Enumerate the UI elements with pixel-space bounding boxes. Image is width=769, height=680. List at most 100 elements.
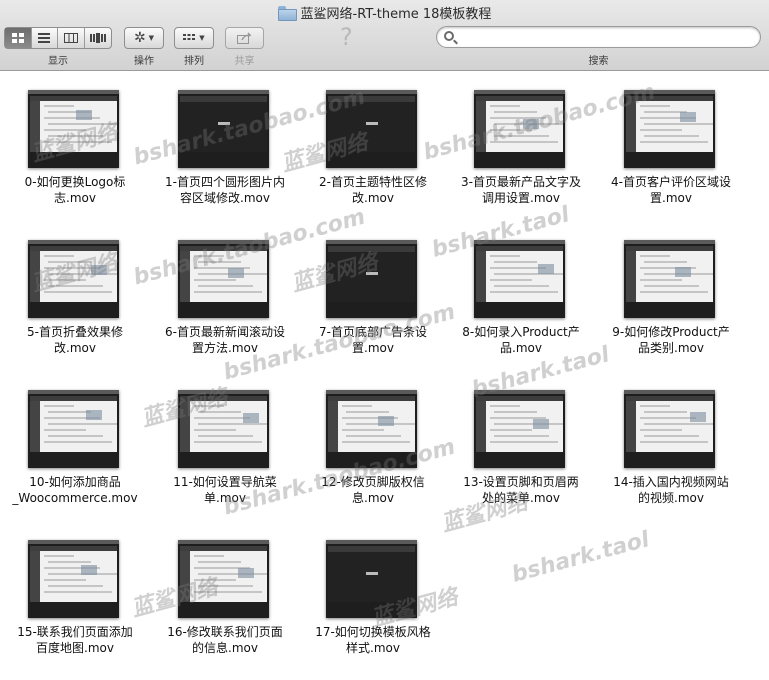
file-name-line-2: 改.mov xyxy=(352,191,394,205)
file-item[interactable]: 3-首页最新产品文字及 调用设置.mov xyxy=(446,72,596,222)
file-name-line-2: 样式.mov xyxy=(346,641,400,655)
file-name: 5-首页折叠效果修 改.mov xyxy=(0,324,150,356)
video-thumbnail xyxy=(326,390,417,468)
file-name-line-1: 15-联系我们页面添加 xyxy=(17,625,133,639)
help-icon[interactable]: ? xyxy=(340,23,353,51)
file-name-line-1: 2-首页主题特性区修 xyxy=(319,175,427,189)
action-menu-button[interactable]: ✲ ▼ xyxy=(124,27,164,49)
file-name-line-1: 14-插入国内视频网站 xyxy=(613,475,729,489)
video-thumbnail xyxy=(178,390,269,468)
file-item[interactable]: 12-修改页脚版权信 息.mov xyxy=(298,372,448,522)
file-name-line-2: 改.mov xyxy=(54,341,96,355)
share-icon xyxy=(236,32,252,44)
file-item[interactable]: 11-如何设置导航菜 单.mov xyxy=(150,372,300,522)
column-view-button[interactable] xyxy=(58,28,85,48)
file-name: 8-如何录入Product产 品.mov xyxy=(446,324,596,356)
file-name-line-1: 9-如何修改Product产 xyxy=(612,325,730,339)
arrange-menu-button[interactable]: ▼ xyxy=(174,27,214,49)
file-name-line-2: 置.mov xyxy=(352,341,394,355)
view-mode-segmented xyxy=(4,27,112,49)
file-name: 9-如何修改Product产 品类别.mov xyxy=(596,324,746,356)
file-name-line-2: 置.mov xyxy=(650,191,692,205)
file-item[interactable]: 4-首页客户评价区域设 置.mov xyxy=(596,72,746,222)
file-item[interactable]: 8-如何录入Product产 品.mov xyxy=(446,222,596,372)
icon-view-button[interactable] xyxy=(5,28,32,48)
file-name: 16-修改联系我们页面 的信息.mov xyxy=(150,624,300,656)
file-name: 11-如何设置导航菜 单.mov xyxy=(150,474,300,506)
video-thumbnail xyxy=(474,390,565,468)
video-thumbnail xyxy=(474,90,565,168)
chevron-down-icon: ▼ xyxy=(148,34,155,42)
video-thumbnail xyxy=(28,390,119,468)
file-name-line-2: 处的菜单.mov xyxy=(482,491,560,505)
file-item[interactable]: 2-首页主题特性区修 改.mov xyxy=(298,72,448,222)
file-item[interactable]: 13-设置页脚和页眉两 处的菜单.mov xyxy=(446,372,596,522)
view-label: 显示 xyxy=(48,56,68,67)
file-name: 10-如何添加商品 _Woocommerce.mov xyxy=(0,474,150,506)
video-thumbnail xyxy=(624,240,715,318)
file-item[interactable]: 14-插入国内视频网站 的视频.mov xyxy=(596,372,746,522)
file-item[interactable]: 9-如何修改Product产 品类别.mov xyxy=(596,222,746,372)
file-name-line-1: 16-修改联系我们页面 xyxy=(167,625,283,639)
share-label: 共享 xyxy=(234,56,255,67)
file-item[interactable]: 10-如何添加商品 _Woocommerce.mov xyxy=(0,372,150,522)
toolbar: 蓝鲨网络-RT-theme 18模板教程 显示 ✲ ▼ 操作 ▼ 排列 共享 ?… xyxy=(0,0,769,71)
search-input[interactable] xyxy=(459,29,749,45)
file-name-line-1: 7-首页底部广告条设 xyxy=(319,325,427,339)
file-name: 1-首页四个圆形图片内 容区域修改.mov xyxy=(150,174,300,206)
finder-window: { "window": { "title": "蓝鲨网络-RT-theme 18… xyxy=(0,0,769,680)
video-thumbnail xyxy=(326,90,417,168)
file-name-line-1: 3-首页最新产品文字及 xyxy=(461,175,581,189)
file-name: 13-设置页脚和页眉两 处的菜单.mov xyxy=(446,474,596,506)
arrange-label: 排列 xyxy=(184,56,204,67)
file-name-line-1: 1-首页四个圆形图片内 xyxy=(165,175,285,189)
video-thumbnail xyxy=(624,90,715,168)
video-thumbnail xyxy=(178,90,269,168)
file-name-line-2: 的视频.mov xyxy=(638,491,704,505)
share-button[interactable] xyxy=(225,27,264,49)
file-item[interactable]: 5-首页折叠效果修 改.mov xyxy=(0,222,150,372)
gear-icon: ✲ xyxy=(133,30,146,46)
columns-icon xyxy=(63,33,78,43)
file-name-line-1: 10-如何添加商品 xyxy=(29,475,121,489)
coverflow-icon xyxy=(89,33,106,43)
file-name-line-2: 息.mov xyxy=(352,491,394,505)
file-name-line-2: _Woocommerce.mov xyxy=(12,491,138,505)
file-name: 17-如何切换模板风格 样式.mov xyxy=(298,624,448,656)
video-thumbnail xyxy=(178,540,269,618)
window-title: 蓝鲨网络-RT-theme 18模板教程 xyxy=(300,6,492,22)
file-name-line-2: 品.mov xyxy=(500,341,542,355)
action-button-inner: ✲ ▼ xyxy=(125,28,163,48)
watermark: bshark.taol xyxy=(509,527,653,588)
file-name-line-1: 17-如何切换模板风格 xyxy=(315,625,431,639)
file-name: 3-首页最新产品文字及 调用设置.mov xyxy=(446,174,596,206)
search-field[interactable] xyxy=(436,26,761,48)
file-name-line-2: 百度地图.mov xyxy=(36,641,114,655)
file-name-line-2: 的信息.mov xyxy=(192,641,258,655)
file-name: 2-首页主题特性区修 改.mov xyxy=(298,174,448,206)
file-name-line-1: 5-首页折叠效果修 xyxy=(27,325,123,339)
file-name-line-2: 置方法.mov xyxy=(192,341,258,355)
file-name-line-1: 0-如何更换Logo标 xyxy=(24,175,126,189)
list-view-button[interactable] xyxy=(32,28,58,48)
file-item[interactable]: 7-首页底部广告条设 置.mov xyxy=(298,222,448,372)
file-item[interactable]: 16-修改联系我们页面 的信息.mov xyxy=(150,522,300,672)
file-item[interactable]: 15-联系我们页面添加 百度地图.mov xyxy=(0,522,150,672)
coverflow-view-button[interactable] xyxy=(85,28,111,48)
file-item[interactable]: 6-首页最新新闻滚动设 置方法.mov xyxy=(150,222,300,372)
file-name: 15-联系我们页面添加 百度地图.mov xyxy=(0,624,150,656)
folder-icon xyxy=(277,5,297,21)
file-name: 0-如何更换Logo标 志.mov xyxy=(0,174,150,206)
video-thumbnail xyxy=(28,540,119,618)
file-item[interactable]: 17-如何切换模板风格 样式.mov xyxy=(298,522,448,672)
file-name-line-2: 志.mov xyxy=(54,191,96,205)
file-item[interactable]: 1-首页四个圆形图片内 容区域修改.mov xyxy=(150,72,300,222)
file-name-line-1: 13-设置页脚和页眉两 xyxy=(463,475,579,489)
video-thumbnail xyxy=(624,390,715,468)
file-item[interactable]: 0-如何更换Logo标 志.mov xyxy=(0,72,150,222)
file-name-line-1: 6-首页最新新闻滚动设 xyxy=(165,325,285,339)
chevron-down-icon: ▼ xyxy=(199,34,205,42)
list-icon xyxy=(38,33,51,43)
file-name: 7-首页底部广告条设 置.mov xyxy=(298,324,448,356)
search-label: 搜索 xyxy=(588,56,609,67)
